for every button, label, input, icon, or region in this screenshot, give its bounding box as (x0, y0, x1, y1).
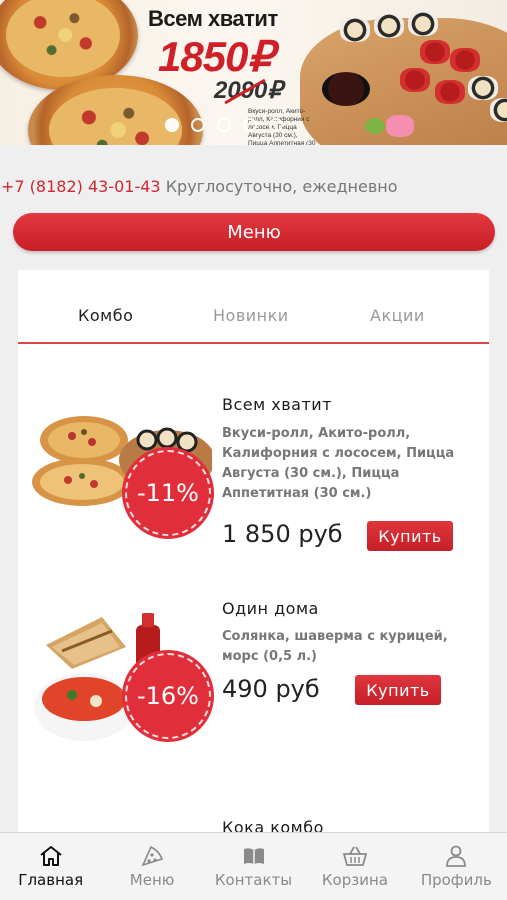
pizza-slice-icon (138, 843, 166, 869)
product-price: 490 руб (222, 675, 320, 703)
product-description: Вкуси-ролл, Акито-ролл, Калифорния с лос… (222, 426, 455, 501)
phone-link[interactable]: +7 (8182) 43-01-43 (1, 177, 161, 196)
pagination-dot[interactable] (217, 118, 231, 132)
nav-label: Корзина (321, 871, 388, 889)
home-icon (37, 843, 65, 869)
book-icon (240, 843, 268, 869)
pagination-dot[interactable] (165, 118, 179, 132)
ginger-image (386, 115, 414, 137)
products-card: Комбо Новинки Акции -11% Всем хватит Вку… (18, 270, 489, 900)
product-name: Всем хватит (222, 395, 333, 414)
product-price: 1 850 руб (222, 520, 343, 548)
nav-label: Профиль (420, 871, 492, 889)
nav-item-home[interactable]: Главная (0, 833, 101, 900)
pagination-dot[interactable] (269, 118, 283, 132)
tab-combo[interactable]: Комбо (78, 306, 133, 325)
nav-label: Главная (18, 871, 84, 889)
soy-sauce-image (322, 72, 370, 106)
menu-button[interactable]: Меню (13, 213, 495, 251)
buy-button[interactable]: Купить (367, 521, 453, 551)
pagination-dot[interactable] (243, 118, 257, 132)
discount-badge: -11% (125, 450, 211, 536)
nav-label: Контакты (214, 871, 293, 889)
nav-label: Меню (129, 871, 175, 889)
banner-strike (226, 80, 266, 102)
buy-button[interactable]: Купить (355, 675, 441, 705)
wasabi-image (365, 118, 385, 134)
basket-icon (341, 843, 369, 869)
discount-badge: -16% (125, 653, 211, 739)
tab-underline (18, 342, 489, 344)
nav-item-cart[interactable]: Корзина (304, 833, 405, 900)
nav-item-profile[interactable]: Профиль (406, 833, 507, 900)
bottom-navigation: Главная Меню Контакты Корзина Профиль (0, 832, 507, 900)
user-icon (442, 843, 470, 869)
banner-pagination (165, 118, 283, 132)
product-description: Солянка, шаверма с курицей, морс (0,5 л.… (222, 629, 448, 664)
app-screen: Всем хватит 1850₽ 2090₽ Вкуси-ролл, Акит… (0, 0, 507, 900)
product-name: Один дома (222, 599, 319, 618)
pagination-dot[interactable] (191, 118, 205, 132)
working-hours: Круглосуточно, ежедневно (165, 177, 398, 196)
nav-item-contacts[interactable]: Контакты (203, 833, 304, 900)
tab-new[interactable]: Новинки (213, 306, 289, 325)
category-tabs: Комбо Новинки Акции (18, 290, 489, 345)
tab-promotions[interactable]: Акции (370, 306, 425, 325)
banner-price: 1850₽ (158, 33, 274, 80)
promo-banner[interactable]: Всем хватит 1850₽ 2090₽ Вкуси-ролл, Акит… (0, 0, 507, 145)
contact-line: +7 (8182) 43-01-43 Круглосуточно, ежедне… (1, 177, 398, 196)
nav-item-menu[interactable]: Меню (101, 833, 202, 900)
banner-title: Всем хватит (148, 6, 278, 31)
